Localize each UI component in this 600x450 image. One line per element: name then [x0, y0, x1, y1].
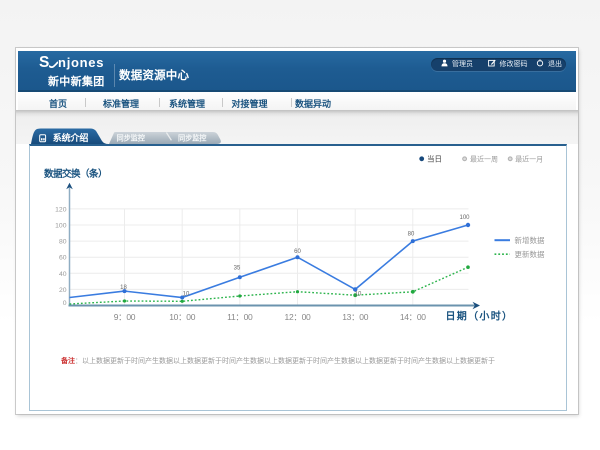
svg-text:最近一月: 最近一月: [515, 154, 543, 163]
svg-text:120: 120: [55, 206, 67, 213]
svg-text:14：00: 14：00: [399, 312, 425, 322]
svg-text:80: 80: [58, 238, 66, 245]
svg-text:13：00: 13：00: [342, 312, 368, 322]
svg-text:100: 100: [459, 215, 470, 221]
svg-text:12：00: 12：00: [284, 312, 310, 322]
svg-text:80: 80: [407, 231, 414, 237]
svg-text:系统介绍: 系统介绍: [53, 132, 89, 143]
svg-text:备注：以上数据更新于时间产生数据以上数据更新于时间产生数据以: 备注：以上数据更新于时间产生数据以上数据更新于时间产生数据以上数据更新于时间产生…: [60, 356, 495, 365]
svg-text:40: 40: [58, 270, 66, 277]
svg-text:最近一周: 最近一周: [470, 154, 498, 163]
svg-text:100: 100: [55, 222, 67, 229]
svg-text:0: 0: [62, 300, 66, 307]
svg-text:60: 60: [294, 249, 301, 255]
svg-text:10: 10: [354, 291, 361, 297]
svg-text:新增数据: 新增数据: [514, 235, 544, 245]
svg-text:9：00: 9：00: [113, 312, 135, 322]
svg-text:20: 20: [58, 286, 66, 293]
svg-text:10：00: 10：00: [169, 312, 195, 322]
svg-text:18: 18: [120, 285, 127, 291]
svg-text:同步监控: 同步监控: [117, 134, 146, 143]
svg-text:当日: 当日: [427, 153, 442, 163]
svg-text:日期（小时）: 日期（小时）: [445, 309, 513, 322]
svg-text:更新数据: 更新数据: [514, 249, 544, 259]
svg-text:60: 60: [58, 254, 66, 261]
svg-text:数据交换（条）: 数据交换（条）: [43, 168, 107, 180]
svg-text:10: 10: [182, 291, 189, 297]
svg-text:35: 35: [233, 265, 240, 271]
svg-text:11：00: 11：00: [227, 312, 253, 322]
svg-text:同步监控: 同步监控: [178, 134, 207, 143]
